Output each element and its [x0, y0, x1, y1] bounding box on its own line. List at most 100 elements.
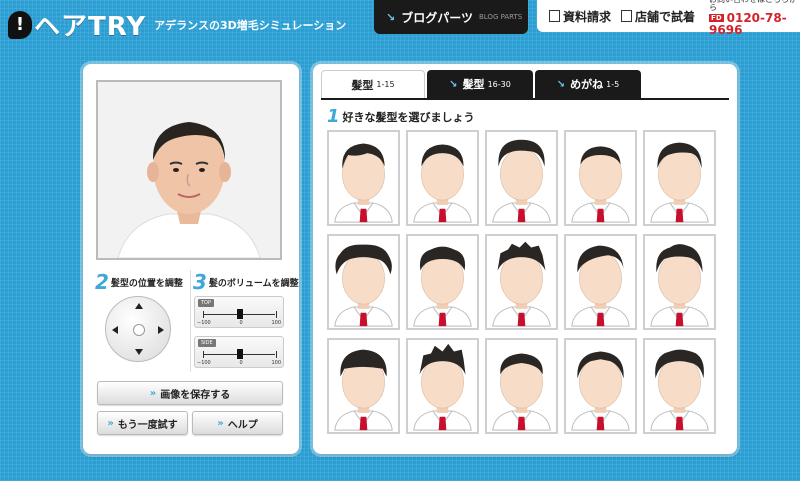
slider-thumb[interactable]	[236, 309, 243, 319]
retry-button[interactable]: » もう一度試す	[97, 411, 188, 435]
double-chevron-icon: »	[217, 417, 224, 429]
hairstyle-option[interactable]	[485, 130, 558, 226]
hairstyle-avatar-icon	[571, 351, 630, 431]
slider-tick	[276, 351, 277, 358]
phone-contact: お問い合わせはこちらから FD0120-78-9696	[709, 0, 800, 36]
logo-text: ヘアTRY	[34, 12, 147, 42]
save-image-button[interactable]: » 画像を保存する	[97, 381, 283, 405]
hairstyle-option[interactable]	[564, 234, 637, 330]
hairstyle-avatar-icon	[334, 349, 393, 431]
hairstyle-option[interactable]	[564, 338, 637, 434]
hairstyle-option[interactable]	[643, 130, 716, 226]
tab-range: 1-5	[606, 79, 620, 89]
hairstyle-option[interactable]	[485, 338, 558, 434]
step-number: 2	[95, 270, 109, 294]
slider-labels: −100 0 100	[197, 360, 281, 366]
tab-underline	[321, 98, 729, 100]
tab-label: めがね	[570, 78, 604, 91]
select-style-heading: 1 好きな髪型を選びましょう	[327, 106, 475, 127]
document-icon	[549, 10, 560, 22]
arrow-down-icon[interactable]	[135, 349, 143, 355]
arrow-icon: ↘	[386, 10, 396, 24]
retry-label: もう一度試す	[117, 419, 178, 431]
slider-tag: TOP	[198, 299, 215, 307]
dpad-center-button[interactable]	[133, 324, 145, 336]
hairstyle-grid	[327, 130, 716, 434]
tab-hairstyle-1-15[interactable]: 髪型 1-15	[321, 70, 425, 98]
request-docs-link[interactable]: 資料請求	[549, 8, 611, 25]
top-links: 資料請求 店舗で試着 お問い合わせはこちらから FD0120-78-9696	[537, 0, 800, 36]
hairstyle-avatar-icon	[492, 241, 551, 327]
arrow-right-icon[interactable]	[158, 326, 164, 334]
divider	[190, 270, 191, 372]
preview-panel: 2 髪型の位置を調整 3 髪のボリュームを調整 TOP −100 0 100 S…	[83, 64, 299, 454]
tagline: アデランスの3D増毛シミュレーション	[154, 18, 347, 32]
double-chevron-icon: »	[149, 387, 157, 399]
site-logo[interactable]: ! ヘアTRY アデランスの3D増毛シミュレーション	[8, 6, 346, 43]
side-volume-slider[interactable]: SIDE −100 0 100	[194, 336, 284, 368]
hairstyle-avatar-icon	[650, 349, 709, 431]
request-docs-label: 資料請求	[563, 9, 612, 24]
slider-min: −100	[197, 360, 211, 366]
slider-max: 100	[271, 360, 281, 366]
hairstyle-option[interactable]	[485, 234, 558, 330]
slider-mid: 0	[239, 320, 243, 326]
hairstyle-avatar-icon	[571, 245, 630, 327]
tab-glasses[interactable]: ↘ めがね 1-5	[535, 70, 641, 98]
hairstyle-option[interactable]	[327, 130, 400, 226]
hairstyle-option[interactable]	[406, 130, 479, 226]
store-tryon-link[interactable]: 店舗で試着	[621, 8, 695, 25]
hairstyle-option[interactable]	[564, 130, 637, 226]
step-number: 3	[193, 270, 207, 294]
volume-heading-label: 髪のボリュームを調整	[208, 278, 299, 289]
store-tryon-label: 店舗で試着	[635, 9, 696, 24]
tab-hairstyle-16-30[interactable]: ↘ 髪型 16-30	[427, 70, 533, 98]
hairstyle-avatar-icon	[650, 142, 709, 223]
tab-range: 16-30	[487, 79, 511, 89]
help-button[interactable]: » ヘルプ	[192, 411, 283, 435]
slider-max: 100	[271, 320, 281, 326]
tab-label: 髪型	[351, 78, 374, 92]
top-volume-slider[interactable]: TOP −100 0 100	[194, 296, 284, 328]
slider-thumb[interactable]	[236, 349, 243, 359]
slider-tick	[203, 311, 204, 318]
position-dpad[interactable]	[105, 296, 171, 362]
arrow-up-icon[interactable]	[135, 303, 143, 309]
blog-parts-label: ブログパーツ	[401, 10, 473, 25]
hairstyle-option[interactable]	[406, 338, 479, 434]
save-image-label: 画像を保存する	[160, 389, 231, 401]
blog-parts-tab[interactable]: ↘ ブログパーツ BLOG PARTS	[374, 0, 528, 34]
arrow-left-icon[interactable]	[112, 326, 118, 334]
tab-label: 髪型	[462, 78, 485, 91]
hairstyle-option[interactable]	[327, 338, 400, 434]
hairstyle-avatar-icon	[334, 143, 393, 223]
arrow-icon: ↘	[556, 78, 566, 90]
slider-tick	[203, 351, 204, 358]
store-icon	[621, 10, 633, 22]
hairstyle-avatar-icon	[571, 146, 630, 223]
volume-heading: 3 髪のボリュームを調整	[193, 270, 299, 294]
hairstyle-option[interactable]	[327, 234, 400, 330]
hairstyle-avatar-icon	[492, 353, 551, 431]
slider-mid: 0	[239, 360, 243, 366]
hairstyle-option[interactable]	[643, 234, 716, 330]
freedial-badge: FD	[709, 14, 724, 22]
help-label: ヘルプ	[227, 419, 258, 431]
arrow-icon: ↘	[449, 78, 458, 90]
select-style-label: 好きな髪型を選びましょう	[342, 110, 475, 124]
slider-tick	[276, 311, 277, 318]
hairstyle-avatar-icon	[413, 144, 472, 223]
hairstyle-avatar-icon	[492, 139, 551, 223]
hairstyle-option[interactable]	[406, 234, 479, 330]
phone-number: FD 0120-78-9696	[709, 12, 800, 36]
slider-tag: SIDE	[198, 339, 216, 347]
position-heading-label: 髪型の位置を調整	[110, 278, 183, 289]
logo-exclamation-icon: !	[8, 10, 32, 39]
slider-min: −100	[197, 320, 211, 326]
slider-labels: −100 0 100	[197, 320, 281, 326]
user-photo	[96, 80, 282, 260]
hairstyle-avatar-icon	[650, 244, 709, 327]
hairstyle-panel: 髪型 1-15 ↘ 髪型 16-30 ↘ めがね 1-5 1 好きな髪型を選びま…	[313, 64, 737, 454]
hairstyle-option[interactable]	[643, 338, 716, 434]
step-number: 1	[327, 106, 340, 127]
